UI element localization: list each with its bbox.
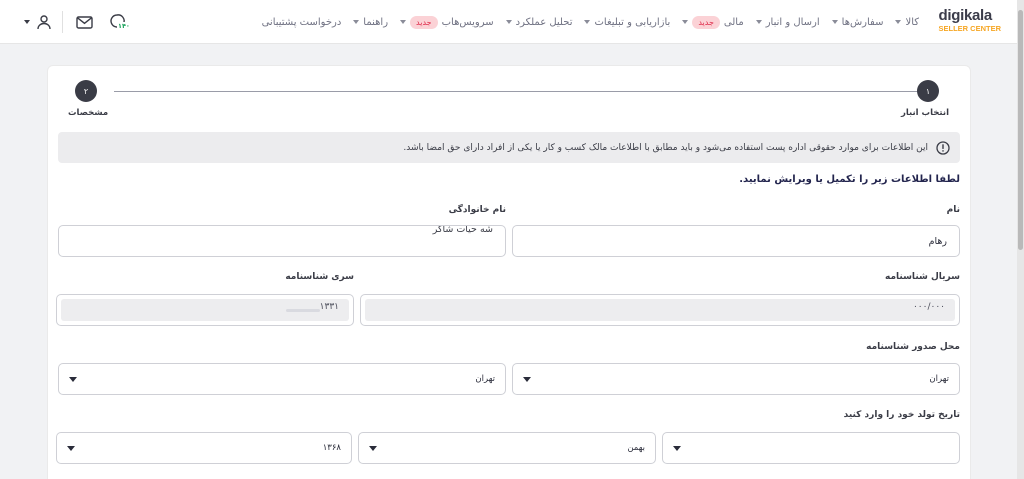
nav-item-finance[interactable]: مالی جدید (676, 15, 749, 29)
chevron-down-icon (505, 20, 512, 24)
nav-item-products[interactable]: کالا (889, 17, 925, 28)
nav-label: سفارش‌ها (841, 16, 884, 28)
form-card: ۱ ۲ انتخاب انبار مشخصات این اطلاعات برای… (47, 65, 971, 479)
scrollbar-thumb[interactable] (1018, 10, 1023, 250)
new-badge: جدید (692, 15, 720, 29)
series-field-fill: ۱۳۳۱ (61, 299, 349, 321)
chevron-down-icon (400, 20, 407, 24)
issue-province-value: تهران (929, 374, 949, 384)
birth-year-select[interactable]: ۱۳۶۸ (56, 432, 352, 464)
series-blur (285, 308, 320, 312)
nav-label: سرویس‌هاب (441, 16, 494, 28)
chevron-down-icon (523, 376, 531, 382)
nav-label: درخواست پشتیبانی (261, 16, 342, 28)
top-header: digikala SELLER CENTER کالا سفارش‌ها ارس… (0, 0, 1017, 44)
last-name-value: شه حیات شاکر (432, 225, 493, 235)
info-icon (936, 140, 950, 155)
series-value: ۱۳۳۱ (319, 302, 339, 312)
nav-item-orders[interactable]: سفارش‌ها (826, 17, 890, 28)
chevron-down-icon (369, 445, 377, 451)
chevron-down-icon (755, 20, 762, 24)
new-badge: جدید (410, 15, 438, 29)
logo-word: digikala (938, 7, 992, 24)
support-chat-button[interactable]: ۱۴۰ (107, 11, 131, 33)
nav-item-servicehub[interactable]: سرویس‌هاب جدید (394, 15, 500, 29)
first-name-value: رهام (928, 235, 947, 247)
main-nav: کالا سفارش‌ها ارسال و انبار مالی جدید با… (256, 0, 925, 44)
birth-day-select[interactable] (662, 432, 960, 464)
series-label: سری شناسنامه (285, 272, 354, 282)
chevron-down-icon (584, 20, 591, 24)
issue-city-select[interactable]: تهران (58, 363, 506, 395)
step-2-label: مشخصات (68, 108, 109, 118)
chevron-down-icon (831, 20, 838, 24)
info-alert: این اطلاعات برای موارد حقوقی اداره پست ا… (58, 132, 960, 163)
issue-province-select[interactable]: تهران (512, 363, 960, 395)
form-intro: لطفا اطلاعات زیر را تکمیل یا ویرایش نمای… (739, 174, 960, 185)
chevron-down-icon (353, 20, 360, 24)
nav-item-shipping[interactable]: ارسال و انبار (750, 17, 826, 28)
nav-label: ارسال و انبار (765, 16, 820, 28)
chevron-down-icon (67, 445, 75, 451)
serial-value: ۰۰۰/۰۰۰ (912, 302, 945, 312)
chevron-down-icon (673, 445, 681, 451)
nav-item-analytics[interactable]: تحلیل عملکرد (500, 17, 579, 28)
step-1-label: انتخاب انبار (900, 108, 949, 118)
chevron-down-icon (24, 20, 30, 24)
first-name-label: نام (946, 205, 960, 215)
nav-label: کالا (905, 16, 919, 28)
serial-input: ۰۰۰/۰۰۰ (360, 294, 960, 326)
user-icon (37, 15, 51, 30)
nav-item-support-request[interactable]: درخواست پشتیبانی (256, 17, 348, 28)
header-actions: ۱۴۰ (24, 0, 131, 44)
birth-date-label: تاریخ تولد خود را وارد کنید (843, 410, 960, 420)
header-divider (62, 11, 63, 33)
nav-item-help[interactable]: راهنما (347, 17, 394, 28)
last-name-label: نام خانوادگی (448, 205, 506, 215)
series-input: ۱۳۳۱ (56, 294, 354, 326)
first-name-input[interactable]: رهام (512, 225, 960, 257)
chevron-down-icon (682, 20, 689, 24)
digikala-seller-logo[interactable]: digikala SELLER CENTER (938, 8, 1001, 34)
logo-sub: SELLER CENTER (938, 24, 1001, 33)
chevron-down-icon (69, 376, 77, 382)
step-2-circle: ۲ (75, 80, 97, 102)
nav-label: بازاریابی و تبلیغات (594, 16, 671, 28)
issue-place-label: محل صدور شناسنامه (866, 342, 960, 352)
step-1-circle: ۱ (917, 80, 939, 102)
page-scrollbar[interactable] (1017, 0, 1024, 479)
birth-month-select[interactable]: بهمن (358, 432, 656, 464)
chevron-down-icon (895, 20, 902, 24)
last-name-input[interactable]: شه حیات شاکر (58, 225, 506, 257)
stepper: ۱ ۲ انتخاب انبار مشخصات (48, 78, 970, 128)
nav-label: مالی (723, 16, 744, 28)
birth-month-value: بهمن (627, 443, 645, 453)
nav-label: راهنما (363, 16, 389, 28)
serial-field-fill: ۰۰۰/۰۰۰ (365, 299, 955, 321)
messages-button[interactable] (73, 11, 95, 33)
support-badge: ۱۴۰ (117, 22, 131, 30)
account-menu-button[interactable] (24, 11, 52, 33)
birth-year-value: ۱۳۶۸ (322, 443, 341, 453)
nav-label: تحلیل عملکرد (515, 16, 573, 28)
mail-icon (75, 15, 93, 29)
serial-label: سریال شناسنامه (885, 272, 960, 282)
nav-item-marketing[interactable]: بازاریابی و تبلیغات (578, 17, 676, 28)
info-text: این اطلاعات برای موارد حقوقی اداره پست ا… (403, 142, 928, 153)
issue-city-value: تهران (475, 374, 495, 384)
stepper-line (114, 91, 918, 92)
